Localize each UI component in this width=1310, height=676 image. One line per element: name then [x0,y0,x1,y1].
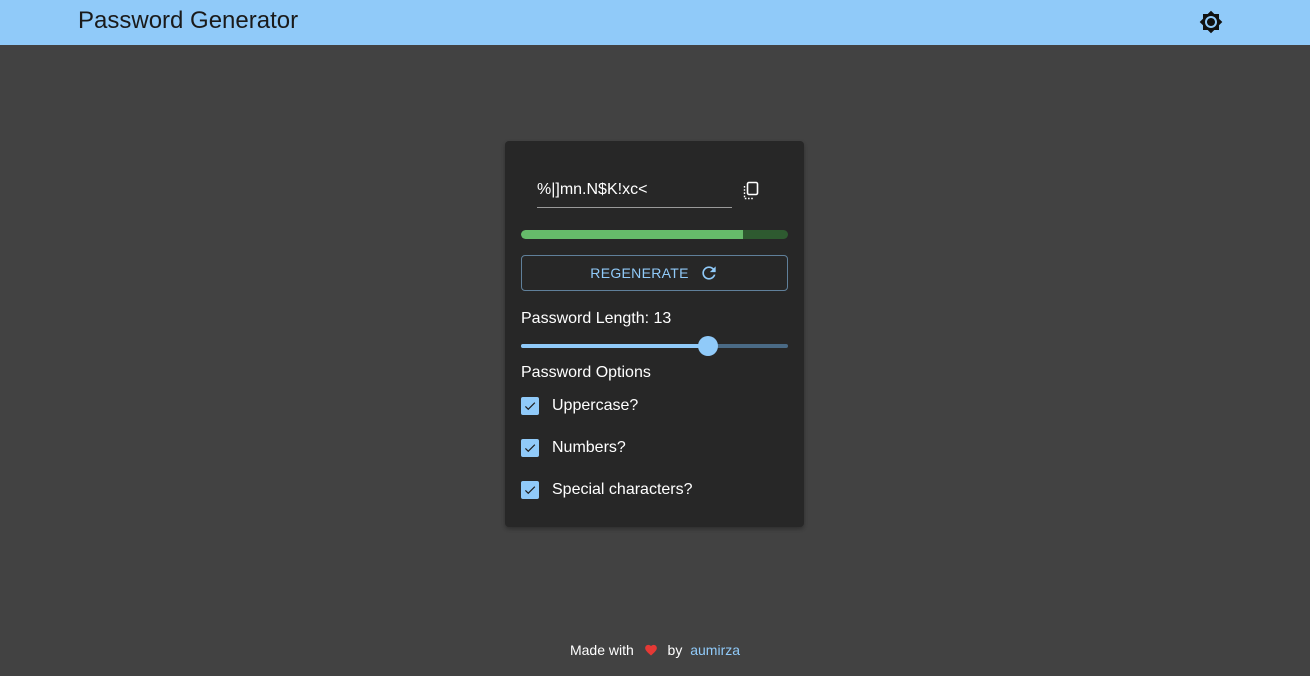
numbers-checkbox[interactable] [521,439,539,457]
app-bar: Password Generator [0,0,1310,45]
option-numbers[interactable]: Numbers? [521,436,626,460]
regenerate-button[interactable]: REGENERATE [521,255,788,291]
option-uppercase[interactable]: Uppercase? [521,394,638,418]
password-field[interactable] [537,173,732,208]
footer-made-with: Made with [569,642,634,658]
regenerate-label: REGENERATE [590,265,689,281]
check-icon [524,402,536,411]
check-icon [524,444,536,453]
password-input[interactable] [537,177,732,203]
option-special-characters[interactable]: Special characters? [521,478,693,502]
app-title: Password Generator [78,7,299,34]
special-characters-label: Special characters? [552,481,693,498]
brightness-icon [1199,10,1223,34]
check-icon [524,486,536,495]
theme-toggle-button[interactable] [1194,5,1228,39]
refresh-icon [702,266,716,280]
footer-by: by [667,642,683,658]
strength-meter [521,230,788,239]
copy-button[interactable] [739,179,763,203]
generator-card: REGENERATE Password Length: 13 Password … [505,141,804,527]
length-slider[interactable] [521,334,788,358]
uppercase-checkbox[interactable] [521,397,539,415]
numbers-label: Numbers? [552,439,626,456]
heart-icon [644,642,658,660]
password-options-label: Password Options [521,364,651,381]
author-link[interactable]: aumirza [690,642,740,658]
copy-icon [743,181,759,200]
footer: Made with by aumirza [0,641,1310,660]
slider-thumb[interactable] [697,336,718,356]
password-length-label: Password Length: 13 [521,310,672,327]
strength-meter-fill [521,230,743,239]
uppercase-label: Uppercase? [552,397,639,414]
special-characters-checkbox[interactable] [521,481,539,499]
slider-track [521,344,708,348]
